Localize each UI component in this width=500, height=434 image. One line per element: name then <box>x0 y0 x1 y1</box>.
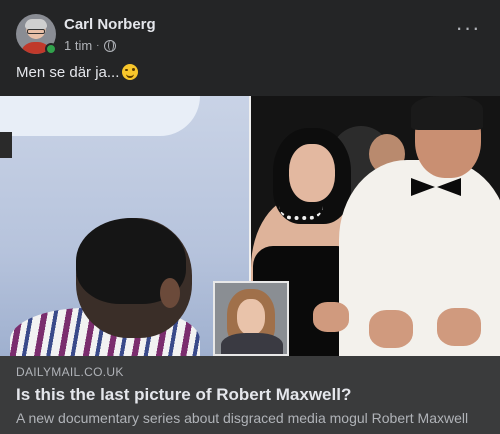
meta-separator: · <box>96 40 100 51</box>
bowtie <box>411 178 461 196</box>
man-hair-dark <box>411 96 483 130</box>
photo-man-on-boat <box>0 96 249 356</box>
link-domain: DAILYMAIL.CO.UK <box>16 365 124 379</box>
avatar-hair <box>25 19 47 29</box>
woman-hand <box>313 302 349 332</box>
inset-face <box>237 299 265 335</box>
hand-right <box>437 308 481 346</box>
wink-emoji-icon <box>122 64 139 80</box>
post-text: Men se där ja... <box>16 64 139 81</box>
online-status-icon <box>45 43 57 55</box>
boat-detail <box>0 132 12 158</box>
link-description: A new documentary series about disgraced… <box>16 410 469 426</box>
author-name[interactable]: Carl Norberg <box>64 16 156 33</box>
post-timestamp[interactable]: 1 tim <box>64 38 92 53</box>
more-options-button[interactable]: ··· <box>452 17 484 46</box>
avatar-glasses <box>27 29 45 34</box>
woman-face <box>289 144 335 202</box>
boat-railing <box>0 96 200 136</box>
link-preview-image[interactable] <box>0 96 500 356</box>
hand-left <box>369 310 413 348</box>
inset-photo-woman <box>213 281 289 356</box>
globe-icon <box>103 39 116 52</box>
post-meta: 1 tim · <box>64 38 116 53</box>
post-message: Men se där ja... <box>16 64 120 81</box>
post-header: Carl Norberg 1 tim · ··· <box>16 14 484 58</box>
more-options-icon: ··· <box>455 15 481 40</box>
link-preview-info[interactable]: DAILYMAIL.CO.UK Is this the last picture… <box>0 356 500 434</box>
link-title[interactable]: Is this the last picture of Robert Maxwe… <box>16 385 484 405</box>
inset-body <box>221 333 283 354</box>
man-ear <box>160 278 180 308</box>
post-card: Carl Norberg 1 tim · ··· Men se där ja..… <box>0 0 500 434</box>
